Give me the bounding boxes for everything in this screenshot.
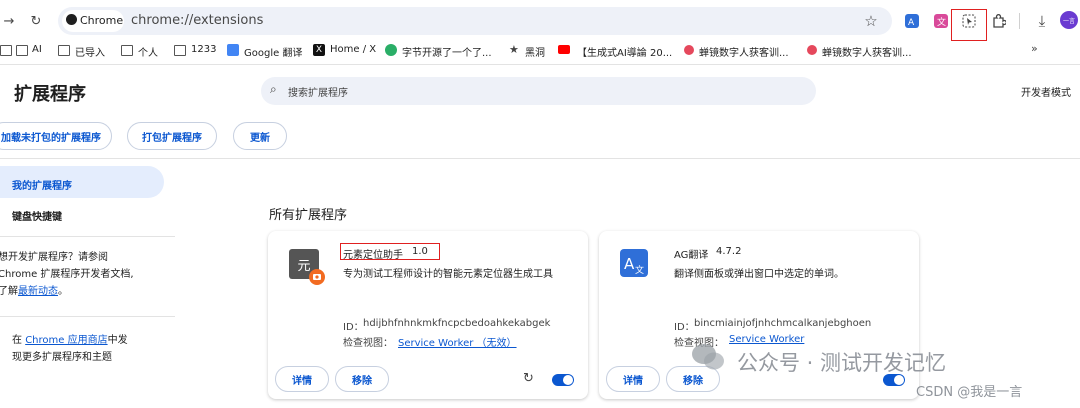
enable-toggle[interactable] (552, 374, 574, 386)
sidebar-divider (0, 236, 175, 237)
extension-version: 4.7.2 (716, 246, 742, 257)
extension-description: 专为测试工程师设计的智能元素定位器生成工具 (343, 269, 553, 280)
camera-badge-icon (309, 269, 325, 285)
search-icon: ⌕ (270, 82, 277, 96)
pack-extension-button[interactable]: 打包扩展程序 (127, 122, 217, 150)
star-icon: ★ (509, 43, 519, 56)
extension-id: hdijbhfnhnkmkfncpcbedoahkekabgek (363, 318, 551, 329)
folder-icon (121, 45, 133, 56)
bookmark-star-icon[interactable]: ☆ (862, 12, 880, 30)
bookmark-item[interactable]: AI (32, 44, 42, 55)
more-bookmarks-icon[interactable]: » (1031, 42, 1038, 55)
bookmark-item[interactable]: Home / X (330, 44, 376, 55)
folder-icon (174, 45, 186, 56)
latest-news-link[interactable]: 最新动态 (18, 286, 58, 297)
bookmark-item[interactable]: 【生成式AI導論 20... (577, 44, 672, 59)
sidebar-divider (0, 316, 175, 317)
extension-name: 元素定位助手 (343, 250, 403, 261)
bookmark-item[interactable]: 已导入 (75, 44, 105, 59)
chrome-logo-icon (66, 14, 77, 25)
bookmark-item[interactable]: 蝉镜数字人获客训... (699, 44, 789, 59)
translate-extension-icon[interactable]: A (903, 12, 921, 30)
watermark-text: 公众号 · 测试开发记忆 (737, 351, 947, 375)
section-title: 所有扩展程序 (269, 208, 348, 223)
folder-icon (0, 45, 12, 56)
page-title: 扩展程序 (14, 84, 86, 105)
extension-name: AG翻译 (674, 250, 709, 261)
extension-description: 翻译侧面板或弹出窗口中选定的单词。 (674, 269, 844, 280)
folder-icon (16, 45, 28, 56)
details-button[interactable]: 详情 (606, 366, 660, 392)
service-worker-link[interactable]: Service Worker (729, 334, 804, 345)
developer-mode-label[interactable]: 开发者模式 (1021, 84, 1071, 99)
site-chip-label: Chrome (80, 14, 124, 27)
svg-text:A: A (908, 18, 915, 28)
service-worker-link[interactable]: Service Worker （无效） (398, 334, 517, 349)
folder-icon (58, 45, 70, 56)
extension-id: bincmiainjofjnhchmcalkanjebghoen (694, 318, 872, 329)
download-icon[interactable]: ⤓ (1033, 12, 1051, 30)
remove-button[interactable]: 移除 (335, 366, 389, 392)
ag-translate-app-icon: A文 (620, 249, 648, 277)
developer-docs-text: 想开发扩展程序？请参阅 Chrome 扩展程序开发者文档, 了解最新动态。 (0, 252, 134, 297)
extension-id-label: ID： (674, 322, 695, 333)
svg-text:文: 文 (635, 264, 644, 276)
search-placeholder: 搜索扩展程序 (288, 88, 348, 99)
pink-extension-icon[interactable]: 文 (932, 12, 950, 30)
forward-arrow-icon[interactable]: → (0, 12, 18, 30)
header-divider (0, 158, 1080, 159)
url-text[interactable]: chrome://extensions (131, 13, 263, 28)
extension-version: 1.0 (412, 246, 428, 257)
svg-text:文: 文 (937, 16, 946, 28)
profile-avatar-text: 一言 (1062, 17, 1075, 25)
watermark-csdn-text: CSDN @我是一言 (916, 385, 1023, 400)
sidebar-item-label: 我的扩展程序 (12, 181, 72, 192)
bookmark-item[interactable]: 蝉镜数字人获客训... (822, 44, 912, 59)
bookmark-item[interactable]: 1233 (191, 44, 216, 55)
chanjing-icon (807, 45, 817, 55)
extension-id-label: ID： (343, 322, 364, 333)
chanjing-icon (684, 45, 694, 55)
wechat-watermark-icon (690, 342, 726, 372)
element-locator-extension-icon[interactable] (960, 12, 978, 30)
update-button[interactable]: 更新 (233, 122, 287, 150)
inspect-views-label: 检查视图： (343, 338, 393, 349)
bookmark-item[interactable]: 字节开源了一个了... (402, 44, 492, 59)
sidebar-item-keyboard-shortcuts[interactable]: 键盘快捷键 (12, 208, 62, 223)
extensions-puzzle-icon[interactable] (990, 12, 1008, 30)
x-logo-icon: X (313, 44, 325, 56)
bookmark-item[interactable]: 个人 (138, 44, 158, 59)
youtube-icon (558, 45, 570, 54)
profile-avatar[interactable]: 一言 (1060, 11, 1078, 29)
wechat-icon (385, 44, 397, 56)
toolbar-divider (1019, 13, 1020, 29)
svg-text:A: A (624, 255, 635, 273)
reload-extension-icon[interactable]: ↻ (523, 371, 534, 386)
web-store-text: 在 Chrome 应用商店中发 现更多扩展程序和主题 (12, 335, 128, 363)
bookmarks-divider (0, 64, 1080, 65)
load-unpacked-button[interactable]: 加载未打包的扩展程序 (0, 122, 112, 150)
bookmark-item[interactable]: 黑洞 (525, 44, 545, 59)
bookmark-item[interactable]: Google 翻译 (244, 44, 302, 59)
chrome-web-store-link[interactable]: Chrome 应用商店 (25, 335, 107, 346)
details-button[interactable]: 详情 (275, 366, 329, 392)
reload-icon[interactable]: ↻ (27, 12, 45, 30)
google-translate-icon (227, 44, 239, 56)
